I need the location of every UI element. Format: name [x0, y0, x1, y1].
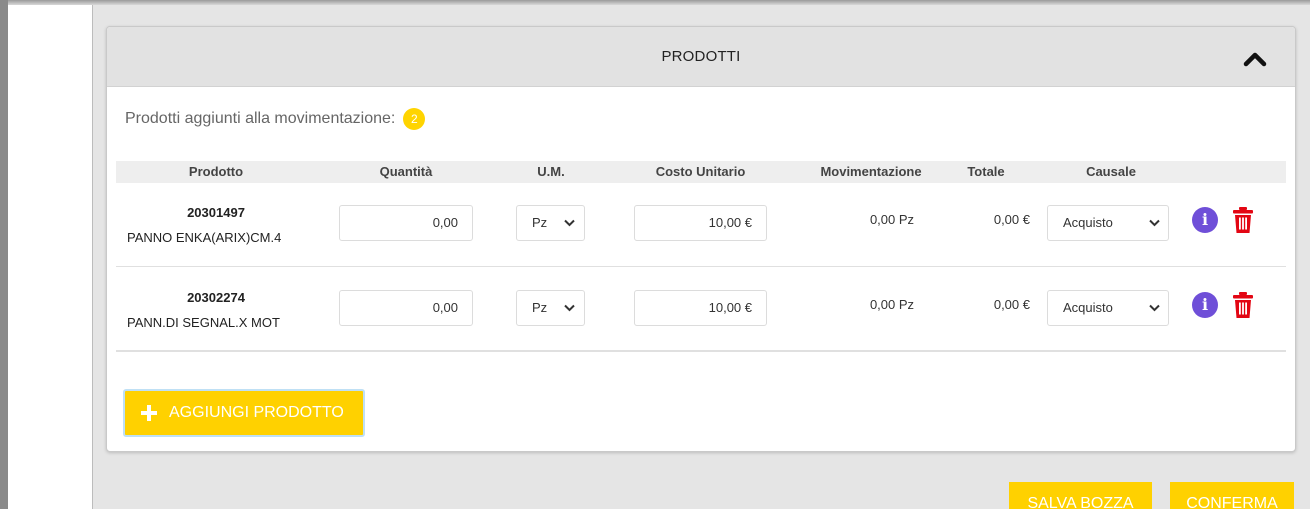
save-draft-button[interactable]: SALVA BOZZA	[1009, 482, 1152, 509]
um-value: Pz	[532, 300, 548, 315]
table-row: 20302274 PANN.DI SEGNAL.X MOT 0,00 Pz 10…	[116, 268, 1286, 352]
quantity-input[interactable]: 0,00	[339, 205, 473, 241]
chevron-down-icon	[564, 219, 575, 227]
left-gutter	[8, 5, 92, 509]
add-product-button[interactable]: AGGIUNGI PRODOTTO	[123, 389, 365, 437]
chevron-down-icon	[1149, 219, 1160, 227]
product-code: 20302274	[187, 290, 245, 305]
trash-icon[interactable]	[1232, 206, 1254, 234]
totale-value: 0,00 €	[993, 297, 1030, 312]
col-prodotto: Prodotto	[188, 164, 244, 179]
causale-select[interactable]: Acquisto	[1047, 290, 1169, 326]
col-costo-unitario: Costo Unitario	[655, 164, 746, 179]
info-icon[interactable]: i	[1192, 292, 1218, 318]
products-added-label: Prodotti aggiunti alla movimentazione:	[125, 110, 396, 127]
col-causale: Causale	[1086, 164, 1136, 179]
plus-icon	[141, 405, 157, 421]
table-header: Prodotto Quantità U.M. Costo Unitario Mo…	[116, 161, 1286, 183]
chevron-down-icon	[564, 304, 575, 312]
collapse-button[interactable]	[1241, 47, 1269, 69]
product-name: PANNO ENKA(ARIX)CM.4	[127, 230, 282, 245]
save-draft-label: SALVA BOZZA	[1027, 495, 1134, 509]
product-code: 20301497	[187, 205, 245, 220]
panel-header[interactable]: PRODOTTI	[107, 27, 1295, 87]
panel-title: PRODOTTI	[661, 48, 741, 65]
totale-value: 0,00 €	[993, 212, 1030, 227]
causale-value: Acquisto	[1063, 300, 1113, 315]
causale-select[interactable]: Acquisto	[1047, 205, 1169, 241]
products-panel: PRODOTTI Prodotti aggiunti alla moviment…	[106, 26, 1296, 452]
products-count-badge: 2	[403, 108, 426, 130]
movimentazione-value: 0,00 Pz	[869, 212, 915, 227]
product-name: PANN.DI SEGNAL.X MOT	[127, 315, 280, 330]
trash-icon[interactable]	[1232, 291, 1254, 319]
col-totale: Totale	[967, 164, 1005, 179]
chevron-up-icon	[1243, 52, 1267, 67]
col-um: U.M.	[537, 164, 565, 179]
confirm-label: CONFERMA	[1186, 495, 1278, 509]
chevron-down-icon	[1149, 304, 1160, 312]
col-quantita: Quantità	[379, 164, 433, 179]
causale-value: Acquisto	[1063, 215, 1113, 230]
info-icon[interactable]: i	[1192, 207, 1218, 233]
table-row: 20301497 PANNO ENKA(ARIX)CM.4 0,00 Pz 10…	[116, 183, 1286, 267]
unit-cost-input[interactable]: 10,00 €	[634, 205, 767, 241]
window-left-border	[0, 0, 8, 509]
confirm-button[interactable]: CONFERMA	[1170, 482, 1294, 509]
um-select[interactable]: Pz	[516, 205, 585, 241]
um-select[interactable]: Pz	[516, 290, 585, 326]
unit-cost-input[interactable]: 10,00 €	[634, 290, 767, 326]
add-product-label: AGGIUNGI PRODOTTO	[169, 404, 344, 421]
movimentazione-value: 0,00 Pz	[869, 297, 915, 312]
quantity-input[interactable]: 0,00	[339, 290, 473, 326]
col-movimentazione: Movimentazione	[820, 164, 922, 179]
um-value: Pz	[532, 215, 548, 230]
products-added-row: Prodotti aggiunti alla movimentazione: 2	[125, 107, 426, 131]
